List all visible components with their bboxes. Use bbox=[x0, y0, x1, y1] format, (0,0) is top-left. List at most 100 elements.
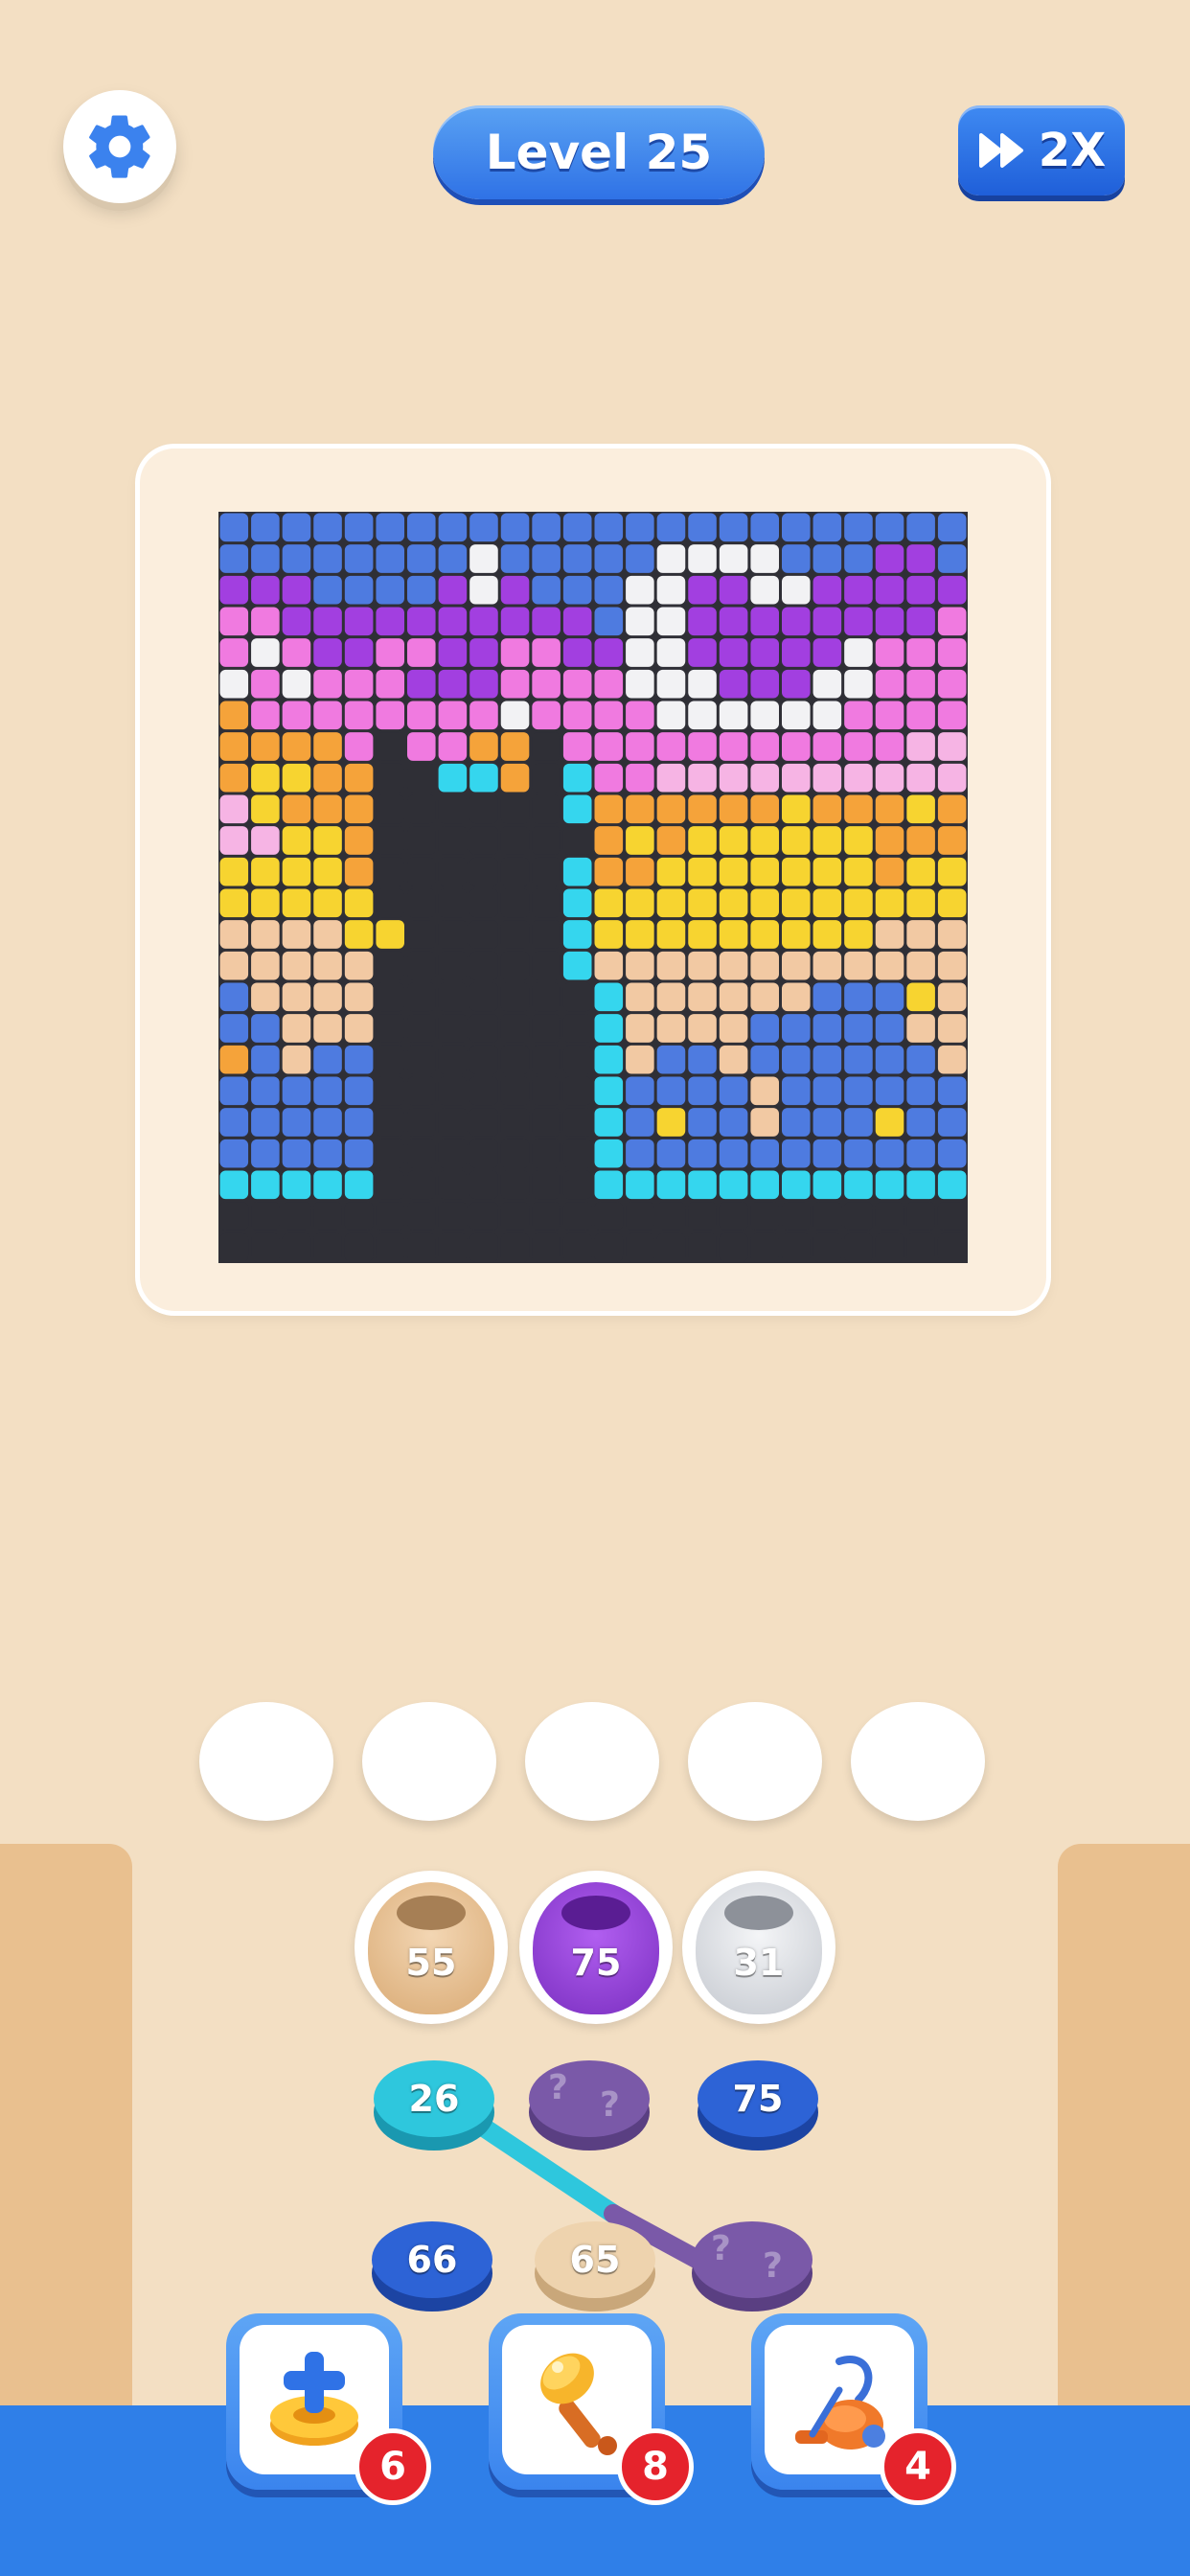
pixel-bead bbox=[376, 575, 404, 605]
pixel-bead bbox=[875, 1138, 904, 1168]
pixel-bead bbox=[251, 888, 280, 918]
pixel-bead bbox=[656, 575, 686, 605]
pixel-bead bbox=[251, 857, 280, 886]
pixel-bead bbox=[438, 1202, 468, 1230]
pixel-bead bbox=[626, 763, 654, 793]
pixel-bead bbox=[407, 1108, 436, 1137]
holding-slot bbox=[362, 1702, 496, 1821]
pixel-bead bbox=[594, 638, 624, 667]
pixel-bead bbox=[937, 1014, 967, 1043]
yarn-spool[interactable]: 31 bbox=[682, 1871, 835, 2024]
pixel-bead bbox=[562, 794, 592, 824]
pixel-bead bbox=[344, 638, 374, 667]
pixel-bead bbox=[750, 732, 779, 761]
thread-coin[interactable]: 75 bbox=[698, 2060, 818, 2152]
pixel-bead bbox=[594, 1170, 624, 1200]
pixel-bead bbox=[782, 544, 811, 573]
pixel-bead bbox=[438, 826, 468, 855]
pixel-bead bbox=[562, 982, 592, 1012]
pixel-bead bbox=[812, 794, 842, 824]
pixel-bead bbox=[282, 794, 311, 824]
pixel-bead bbox=[626, 575, 654, 605]
hammer-booster[interactable]: 8 bbox=[489, 2313, 694, 2505]
pixel-bead bbox=[438, 920, 468, 949]
pixel-bead bbox=[562, 575, 592, 605]
speed-toggle-button[interactable]: 2X bbox=[958, 105, 1125, 196]
pixel-bead bbox=[875, 888, 904, 918]
pixel-bead bbox=[532, 575, 561, 605]
pixel-bead bbox=[344, 607, 374, 636]
pixel-bead bbox=[750, 1045, 779, 1074]
pixel-bead bbox=[313, 888, 342, 918]
pixel-bead bbox=[812, 669, 842, 699]
pixel-bead bbox=[469, 638, 498, 667]
pixel-bead bbox=[812, 826, 842, 855]
hidden-coin[interactable]: ? ? bbox=[692, 2221, 812, 2313]
pixel-bead bbox=[719, 1014, 748, 1043]
pixel-bead bbox=[594, 575, 624, 605]
pixel-bead bbox=[626, 951, 654, 980]
pixel-bead bbox=[562, 607, 592, 636]
pixel-bead bbox=[282, 607, 311, 636]
pixel-bead bbox=[937, 1045, 967, 1074]
pixel-bead bbox=[282, 1170, 311, 1200]
pixel-bead bbox=[532, 1108, 561, 1137]
pixel-bead bbox=[219, 982, 249, 1012]
vacuum-booster[interactable]: 4 bbox=[751, 2313, 956, 2505]
pixel-bead bbox=[937, 1076, 967, 1106]
pixel-bead bbox=[875, 1014, 904, 1043]
pixel-bead bbox=[251, 920, 280, 949]
pixel-bead bbox=[219, 1045, 249, 1074]
pixel-bead bbox=[344, 669, 374, 699]
pixel-bead bbox=[750, 575, 779, 605]
pixel-bead bbox=[906, 513, 935, 542]
settings-button[interactable] bbox=[63, 90, 176, 203]
pixel-bead bbox=[219, 669, 249, 699]
pixel-bead bbox=[875, 1045, 904, 1074]
pixel-bead bbox=[782, 1014, 811, 1043]
pixel-bead bbox=[906, 1170, 935, 1200]
pixel-bead bbox=[782, 826, 811, 855]
thread-coin[interactable]: 66 bbox=[372, 2221, 492, 2313]
pixel-bead bbox=[656, 1232, 686, 1262]
pixel-bead bbox=[594, 826, 624, 855]
pixel-bead bbox=[282, 638, 311, 667]
pixel-bead bbox=[656, 638, 686, 667]
pixel-bead bbox=[500, 826, 530, 855]
yarn-spool[interactable]: 75 bbox=[519, 1871, 673, 2024]
pixel-bead bbox=[782, 1076, 811, 1106]
pixel-bead bbox=[469, 1202, 498, 1230]
pixel-bead bbox=[407, 982, 436, 1012]
pixel-bead bbox=[750, 1170, 779, 1200]
pixel-bead bbox=[562, 857, 592, 886]
pixel-bead bbox=[532, 1138, 561, 1168]
hidden-coin[interactable]: ? ? bbox=[529, 2060, 650, 2152]
pixel-bead bbox=[875, 701, 904, 730]
pixel-bead bbox=[562, 1232, 592, 1262]
pixel-bead bbox=[344, 763, 374, 793]
pixel-bead bbox=[906, 888, 935, 918]
coin-count: 65 bbox=[569, 2239, 621, 2281]
pixel-bead bbox=[313, 1202, 342, 1230]
pixel-bead bbox=[782, 857, 811, 886]
pixel-bead bbox=[906, 701, 935, 730]
pixel-bead bbox=[407, 1045, 436, 1074]
pixel-bead bbox=[906, 1076, 935, 1106]
pixel-bead bbox=[906, 951, 935, 980]
pixel-bead bbox=[344, 951, 374, 980]
thread-coin[interactable]: 26 bbox=[374, 2060, 494, 2152]
thread-coin[interactable]: 65 bbox=[535, 2221, 655, 2313]
question-mark-icon: ? bbox=[711, 2229, 731, 2268]
yarn-spool[interactable]: 55 bbox=[355, 1871, 508, 2024]
pixel-bead bbox=[562, 920, 592, 949]
pixel-bead bbox=[594, 513, 624, 542]
add-slot-booster[interactable]: 6 bbox=[226, 2313, 431, 2505]
plus-ring-icon bbox=[270, 2352, 358, 2446]
pixel-bead bbox=[875, 669, 904, 699]
pixel-bead bbox=[812, 1170, 842, 1200]
pixel-bead bbox=[875, 544, 904, 573]
pixel-bead bbox=[407, 701, 436, 730]
level-indicator: Level 25 bbox=[433, 105, 765, 199]
pixel-bead bbox=[875, 513, 904, 542]
pixel-bead bbox=[219, 826, 249, 855]
